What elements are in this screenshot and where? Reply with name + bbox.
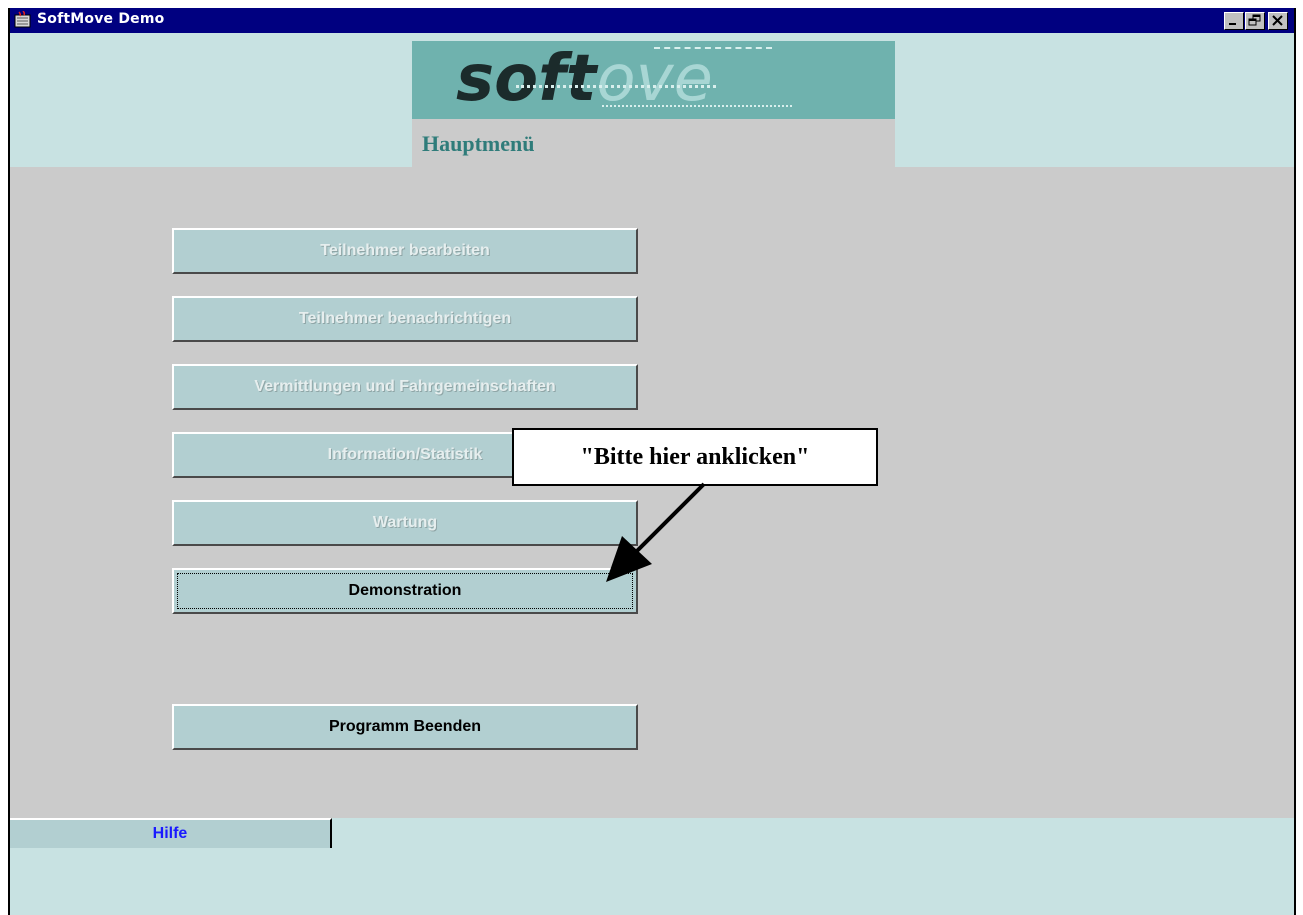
- app-window: SoftMove Demo softove Hauptmenü Teilnehm…: [8, 8, 1296, 915]
- footer-bar: Hilfe: [10, 818, 1294, 915]
- help-button[interactable]: Hilfe: [10, 818, 332, 848]
- arrow-icon: [606, 482, 706, 582]
